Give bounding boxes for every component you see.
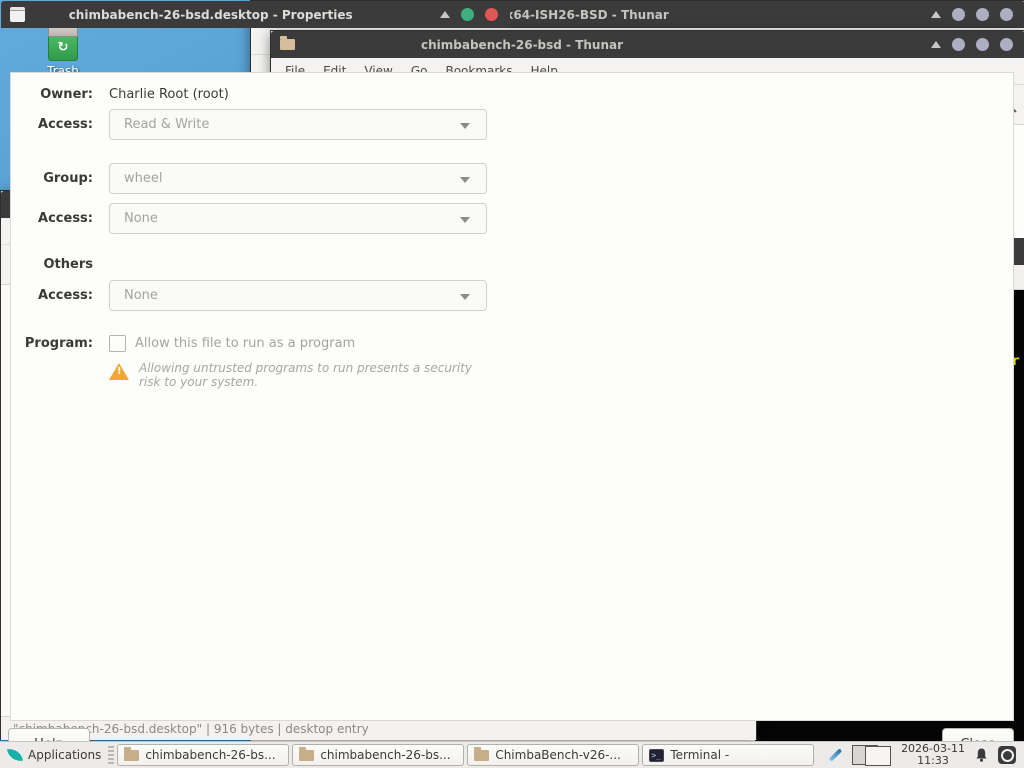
owner-value: Charlie Root (root) [109, 87, 229, 102]
brush-icon[interactable] [828, 748, 843, 762]
close-button[interactable] [484, 8, 498, 21]
maximize-button[interactable] [460, 8, 474, 21]
clock[interactable]: 2026-03-11 11:33 [901, 743, 965, 767]
desktop-icon-trash[interactable]: ↻ Trash [28, 24, 98, 78]
chevron-down-icon [460, 123, 470, 129]
applications-menu[interactable]: Applications [4, 746, 105, 764]
close-button[interactable] [1000, 38, 1013, 51]
chevron-down-icon [460, 294, 470, 300]
titlebar[interactable]: chimbabench-26-bsd - Thunar [271, 31, 1024, 58]
workspace-switcher[interactable] [852, 745, 892, 766]
chevron-down-icon [460, 217, 470, 223]
terminal-icon: >_ [649, 748, 665, 762]
shade-icon[interactable] [931, 11, 941, 18]
program-label: Program: [24, 336, 93, 351]
chevron-down-icon [460, 177, 470, 183]
others-access-dropdown[interactable]: None [109, 280, 487, 311]
access-label: Access: [38, 211, 93, 226]
taskbar: Applications chimbabench-26-bs... chimba… [0, 741, 1024, 768]
maximize-button[interactable] [976, 38, 989, 51]
permissions-pane: Owner: Charlie Root (root) Access: Read … [10, 72, 1014, 721]
workspace-2[interactable] [865, 746, 892, 766]
record-icon[interactable] [998, 746, 1016, 764]
group-label: Group: [43, 171, 93, 186]
panel-grip[interactable] [108, 746, 115, 764]
access-label: Access: [38, 288, 93, 303]
folder-icon [299, 746, 315, 761]
close-button[interactable] [1000, 8, 1013, 21]
shade-icon[interactable] [439, 11, 450, 18]
checkbox-label: Allow this file to run as a program [135, 336, 356, 351]
allow-run-checkbox[interactable] [109, 335, 126, 352]
access-label: Access: [38, 117, 93, 132]
minimize-button[interactable] [952, 38, 965, 51]
warning-text: Allowing untrusted programs to run prese… [139, 361, 473, 389]
owner-access-dropdown[interactable]: Read & Write [109, 109, 487, 140]
taskbar-window-chimbabench-2[interactable]: chimbabench-26-bs... [292, 744, 465, 766]
notification-bell-icon[interactable] [974, 747, 989, 763]
applications-label: Applications [28, 748, 102, 762]
shade-icon[interactable] [931, 41, 941, 48]
taskbar-window-chimbabench-v26[interactable]: ChimbaBench-v26-... [467, 744, 640, 766]
properties-dialog: chimbabench-26-bsd.desktop - Properties … [0, 0, 1014, 761]
trash-icon: ↻ [48, 24, 78, 61]
taskbar-window-terminal[interactable]: >_ Terminal - [642, 744, 815, 766]
clock-time: 11:33 [917, 754, 949, 767]
window-title: chimbabench-26-bsd - Thunar [421, 37, 624, 52]
warning-icon [109, 363, 129, 380]
screen: ↻ Trash File System ChimbaBench-v26-x64-… [0, 0, 1024, 768]
minimize-button[interactable] [952, 8, 965, 21]
owner-label: Owner: [40, 87, 93, 102]
titlebar[interactable]: chimbabench-26-bsd.desktop - Properties [1, 1, 510, 28]
dialog-title: chimbabench-26-bsd.desktop - Properties [68, 7, 353, 22]
taskbar-window-chimbabench-1[interactable]: chimbabench-26-bs... [117, 744, 290, 766]
window-icon [10, 7, 25, 22]
folder-icon [124, 746, 140, 761]
folder-icon [280, 36, 295, 50]
maximize-button[interactable] [976, 8, 989, 21]
others-heading: Others [43, 257, 94, 272]
group-access-dropdown[interactable]: None [109, 203, 487, 234]
applications-icon [6, 746, 24, 764]
group-dropdown[interactable]: wheel [109, 163, 487, 194]
folder-icon [474, 746, 490, 761]
